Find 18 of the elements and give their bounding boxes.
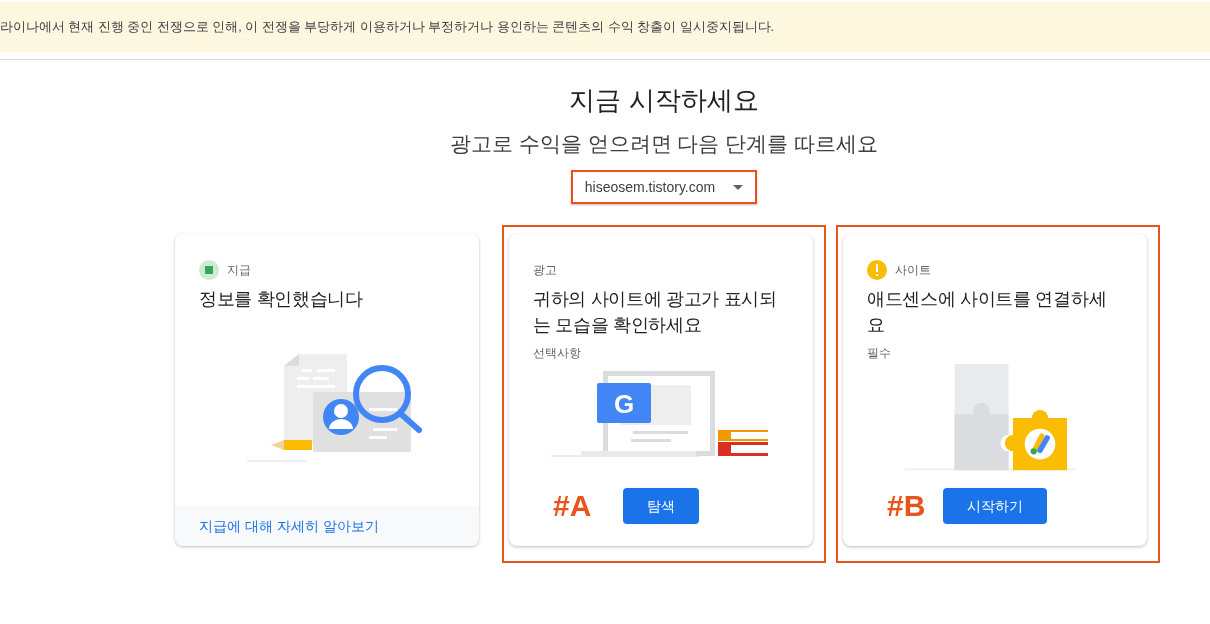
step-title: 정보를 확인했습니다 xyxy=(199,288,364,311)
step-title: 귀하의 사이트에 광고가 표시되는 모습을 확인하세요 xyxy=(533,288,778,337)
annotation-label: #A xyxy=(553,488,592,524)
step-note: 선택사항 xyxy=(533,345,582,362)
step-title: 애드센스에 사이트를 연결하세요 xyxy=(867,288,1108,337)
step-label: 사이트 xyxy=(895,262,931,279)
step-label: 광고 xyxy=(533,262,557,279)
caret-icon xyxy=(733,184,744,190)
action-button[interactable]: 탐색 xyxy=(623,488,699,524)
notice-banner-text: 라이나에서 현재 진행 중인 전쟁으로 인해, 이 전쟁을 부당하게 이용하거나 부정하거나 용인하는 콘텐츠의 수익 창출이 일시중지됩니다. xyxy=(0,18,775,36)
step-note: 필수 xyxy=(867,345,892,362)
logo-letter: G xyxy=(613,388,635,419)
site-dropdown[interactable]: hiseosem.tistory.com xyxy=(570,170,758,204)
step-label: 지급 xyxy=(227,262,251,279)
page-heading: 지금 시작하세요 xyxy=(569,84,759,117)
action-button[interactable]: 시작하기 xyxy=(943,488,1047,524)
page-subheading: 광고로 수익을 얻으려면 다음 단계를 따르세요 xyxy=(449,131,879,157)
annotation-label: #B xyxy=(887,488,926,524)
